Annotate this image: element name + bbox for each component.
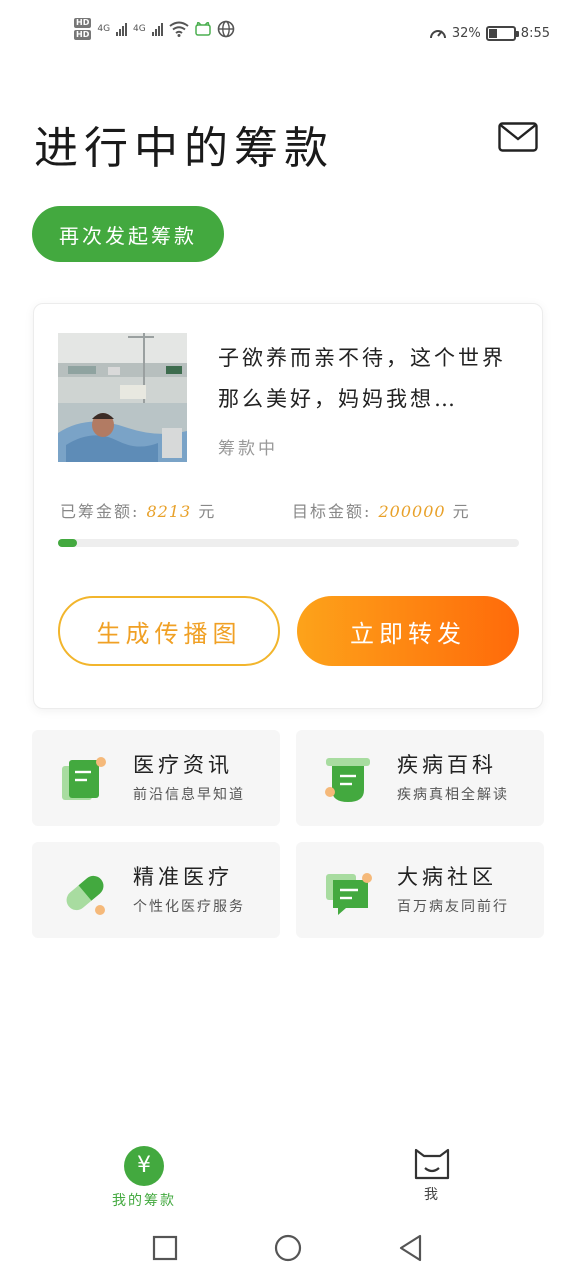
system-navigation-bar	[0, 1228, 576, 1268]
signal-icon-2	[151, 22, 163, 36]
pill-icon	[66, 875, 105, 915]
chat-icon	[326, 873, 372, 915]
feature-medical-news[interactable]: 医疗资讯 前沿信息早知道	[32, 730, 280, 826]
target-unit: 元	[452, 502, 471, 521]
target-amount: 目标金额: 200000 元	[292, 498, 471, 522]
clock: 8:55	[520, 25, 550, 41]
network-type-2: 4G	[133, 24, 146, 34]
raised-unit: 元	[198, 502, 217, 521]
wifi-icon	[169, 21, 189, 37]
fundraising-progress-bar	[58, 539, 519, 547]
feature-subtitle: 个性化医疗服务	[133, 899, 245, 915]
tab-label: 我的筹款	[112, 1193, 176, 1209]
tab-me[interactable]: 我	[372, 1146, 492, 1204]
campaign-photo[interactable]	[58, 333, 187, 462]
document-icon	[62, 757, 106, 800]
feature-title: 大病社区	[397, 865, 497, 889]
globe-icon	[217, 20, 235, 38]
status-indicators: HD HD 4G 4G	[74, 18, 235, 40]
feature-subtitle: 前沿信息早知道	[133, 787, 245, 803]
feature-subtitle: 疾病真相全解读	[397, 787, 509, 803]
page-title: 进行中的筹款	[34, 123, 334, 174]
feature-disease-encyclopedia[interactable]: 疾病百科 疾病真相全解读	[296, 730, 544, 826]
feature-title: 疾病百科	[397, 753, 497, 777]
status-right: 32% 8:55	[429, 25, 550, 41]
share-now-button[interactable]: 立即转发	[297, 596, 519, 666]
back-icon[interactable]	[398, 1234, 424, 1262]
tab-label: 我	[424, 1187, 440, 1203]
status-bar: HD HD 4G 4G 32% 8:55	[0, 0, 576, 70]
scroll-icon	[325, 758, 370, 802]
feature-title: 精准医疗	[133, 865, 233, 889]
target-value: 200000	[378, 502, 446, 521]
progress-fill	[58, 539, 77, 547]
speed-icon	[429, 30, 446, 39]
generate-poster-button[interactable]: 生成传播图	[58, 596, 280, 666]
raised-amount: 已筹金额: 8213 元	[60, 498, 216, 522]
yen-icon: ¥	[124, 1146, 164, 1186]
campaign-card[interactable]: 子欲养而亲不待，这个世界那么美好，妈妈我想… 筹款中 已筹金额: 8213 元 …	[33, 303, 543, 709]
cat-app-icon	[195, 22, 211, 36]
feature-precision-medicine[interactable]: 精准医疗 个性化医疗服务	[32, 842, 280, 938]
feature-title: 医疗资讯	[133, 753, 233, 777]
battery-icon	[485, 25, 519, 41]
battery-percent: 32%	[451, 25, 481, 41]
campaign-status: 筹款中	[218, 439, 278, 459]
hd-indicator: HD HD	[74, 18, 92, 40]
feature-subtitle: 百万病友同前行	[397, 899, 509, 915]
feature-disease-community[interactable]: 大病社区 百万病友同前行	[296, 842, 544, 938]
home-icon[interactable]	[274, 1234, 302, 1262]
cat-face-icon	[414, 1148, 450, 1180]
signal-icon	[116, 22, 128, 36]
mail-icon[interactable]	[498, 122, 538, 152]
campaign-description: 子欲养而亲不待，这个世界那么美好，妈妈我想…	[218, 346, 506, 411]
raised-label: 已筹金额:	[60, 502, 140, 521]
recent-apps-icon[interactable]	[152, 1235, 178, 1261]
raised-value: 8213	[146, 502, 192, 521]
network-type-1: 4G	[97, 24, 111, 34]
relaunch-fundraising-button[interactable]: 再次发起筹款	[32, 206, 224, 262]
target-label: 目标金额:	[292, 502, 372, 521]
tab-my-fundraising[interactable]: ¥ 我的筹款	[84, 1146, 204, 1210]
